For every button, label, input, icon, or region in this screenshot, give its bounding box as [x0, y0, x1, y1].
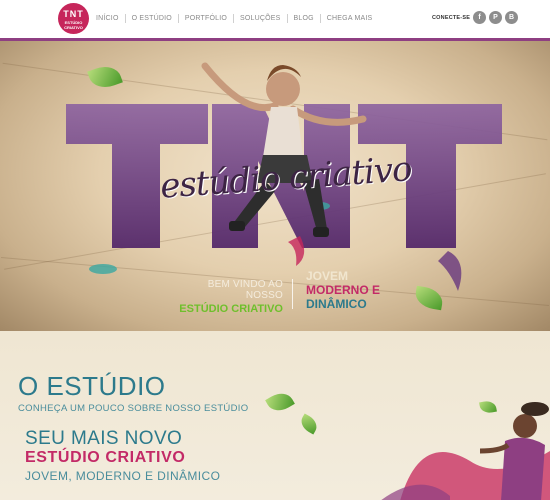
welcome-text: BEM VINDO AO NOSSO ESTÚDIO CRIATIVO	[178, 279, 283, 315]
nav-inicio[interactable]: INÍCIO	[96, 15, 119, 22]
main-nav: INÍCIO O ESTÚDIO PORTFÓLIO SOLUÇÕES BLOG…	[96, 14, 372, 23]
section-subtitle: CONHEÇA UM POUCO SOBRE NOSSO ESTÚDIO	[18, 403, 249, 414]
tag-line3: DINÂMICO	[306, 297, 367, 311]
promo-line2: ESTÚDIO CRIATIVO	[25, 449, 186, 466]
leaf-decoration	[265, 388, 295, 416]
connect-label: CONECTE-SE	[432, 15, 471, 21]
welcome-line1: BEM VINDO AO NOSSO	[207, 279, 283, 301]
splash-purple	[438, 251, 462, 291]
nav-portfolio[interactable]: PORTFÓLIO	[185, 15, 227, 22]
nav-divider	[319, 14, 321, 23]
nav-blog[interactable]: BLOG	[294, 15, 314, 22]
nav-solucoes[interactable]: SOLUÇÕES	[240, 15, 281, 22]
nav-chega-mais[interactable]: CHEGA MAIS	[327, 15, 373, 22]
promo-line3: JOVEM, MODERNO E DINÂMICO	[25, 469, 221, 483]
promo-line1: SEU MAIS NOVO	[25, 428, 183, 449]
welcome-line2: ESTÚDIO CRIATIVO	[179, 303, 283, 315]
logo-text: TNT	[63, 9, 84, 19]
nav-divider	[286, 14, 288, 23]
divider	[292, 279, 293, 309]
nav-divider	[233, 14, 235, 23]
splash-teal	[89, 264, 117, 274]
tag-line1: JOVEM	[306, 269, 349, 283]
section-title: O ESTÚDIO	[18, 371, 166, 401]
studio-section: O ESTÚDIO CONHEÇA UM POUCO SOBRE NOSSO E…	[0, 331, 550, 500]
nav-divider	[177, 14, 179, 23]
blogger-icon[interactable]: B	[505, 11, 518, 24]
tag-line2: MODERNO E	[306, 283, 381, 297]
nav-divider	[124, 14, 126, 23]
site-header: TNT ESTÚDIO CRIATIVO INÍCIO O ESTÚDIO PO…	[0, 0, 550, 41]
logo-subtext: ESTÚDIO CRIATIVO	[64, 20, 83, 30]
leaf-decoration	[297, 413, 321, 435]
girl-splash-image	[381, 402, 550, 500]
pinterest-icon[interactable]: P	[489, 11, 502, 24]
facebook-icon[interactable]: f	[473, 11, 486, 24]
nav-o-estudio[interactable]: O ESTÚDIO	[132, 15, 172, 22]
tagline: JOVEM MODERNO E DINÂMICO	[306, 269, 380, 311]
logo[interactable]: TNT ESTÚDIO CRIATIVO	[58, 3, 89, 34]
